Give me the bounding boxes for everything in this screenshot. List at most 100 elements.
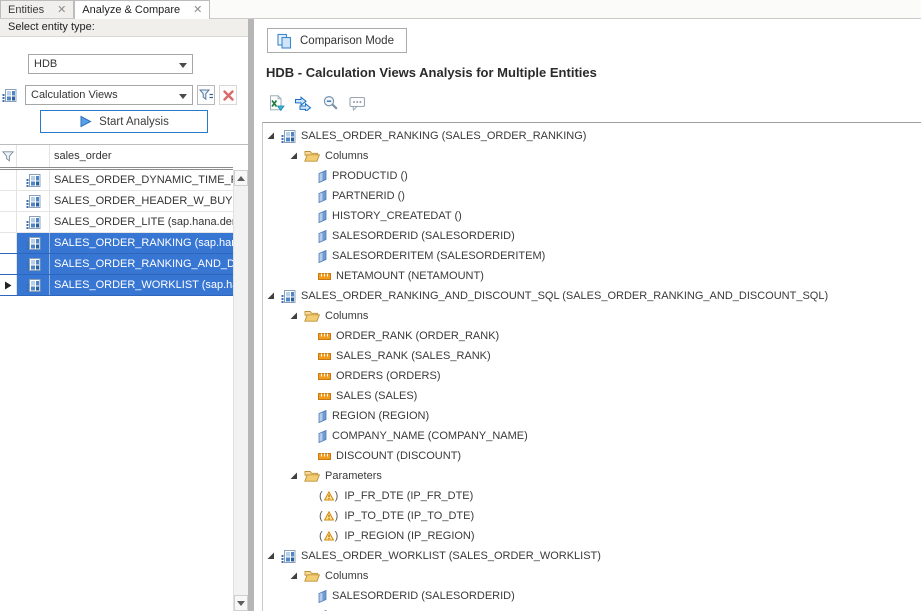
arrow-up-icon bbox=[237, 176, 245, 181]
close-icon[interactable]: ✕ bbox=[193, 5, 202, 15]
export-excel-button[interactable] bbox=[266, 93, 286, 113]
tree-item[interactable]: NETAMOUNT (NETAMOUNT) bbox=[263, 266, 921, 286]
analysis-panel: Comparison Mode HDB - Calculation Views … bbox=[254, 19, 921, 611]
attribute-icon bbox=[318, 410, 327, 423]
tree-item[interactable]: ()IP_FR_DTE (IP_FR_DTE) bbox=[263, 486, 921, 506]
tab-analyze-compare[interactable]: Analyze & Compare ✕ bbox=[74, 0, 210, 19]
tree-item[interactable]: DISCOUNT (DISCOUNT) bbox=[263, 446, 921, 466]
pages-icon bbox=[276, 33, 293, 49]
list-scrollbar[interactable] bbox=[233, 170, 248, 611]
calcview-icon bbox=[26, 173, 41, 188]
tree-item[interactable]: HISTORY_CREATEDAT () bbox=[263, 206, 921, 226]
analysis-tree: SALES_ORDER_RANKING (SALES_ORDER_RANKING… bbox=[262, 122, 921, 611]
export-excel-icon bbox=[267, 95, 285, 111]
tree-item-label: ORDERS (ORDERS) bbox=[336, 370, 441, 382]
expand-arrow-icon[interactable] bbox=[290, 312, 299, 320]
system-select[interactable]: HDB bbox=[28, 54, 193, 74]
tree-item-label: REGION (REGION) bbox=[332, 410, 429, 422]
tree-item[interactable]: ()IP_REGION (IP_REGION) bbox=[263, 526, 921, 546]
measure-icon bbox=[318, 332, 331, 341]
expand-arrow-icon[interactable] bbox=[290, 572, 299, 580]
tree-item[interactable]: Columns bbox=[263, 306, 921, 326]
page-title: HDB - Calculation Views Analysis for Mul… bbox=[266, 65, 597, 80]
list-item[interactable]: SALES_ORDER_LITE (sap.hana.demo bbox=[0, 212, 233, 233]
tree-item[interactable]: Columns bbox=[263, 566, 921, 586]
tree-item[interactable]: PARTNERID () bbox=[263, 186, 921, 206]
tree-item[interactable]: () IP_TO_DTE (IP_TO_DTE) bbox=[263, 506, 921, 526]
calcview-icon bbox=[26, 278, 41, 293]
tree-item[interactable]: ORDER_RANK (ORDER_RANK) bbox=[263, 326, 921, 346]
measure-icon bbox=[318, 352, 331, 361]
list-item[interactable]: SALES_ORDER_RANKING_AND_DISC bbox=[0, 254, 233, 275]
tree-item-label: SALES_ORDER_WORKLIST (SALES_ORDER_WORKLI… bbox=[301, 550, 601, 562]
tree-item[interactable]: SALES_ORDER_RANKING (SALES_ORDER_RANKING… bbox=[263, 126, 921, 146]
list-item[interactable]: SALES_ORDER_HEADER_W_BUYER ( bbox=[0, 191, 233, 212]
entity-type-select[interactable]: Calculation Views bbox=[25, 85, 193, 105]
tree-item[interactable]: SALESORDERID (SALESORDERID) bbox=[263, 586, 921, 606]
parameter-icon: () bbox=[318, 510, 339, 522]
tree-item-label: PARTNERID () bbox=[332, 190, 405, 202]
calcview-icon bbox=[281, 289, 296, 304]
folder-icon bbox=[304, 470, 320, 482]
folder-icon bbox=[304, 150, 320, 162]
row-marker-cell bbox=[0, 191, 17, 211]
expand-arrow-icon[interactable] bbox=[290, 152, 299, 160]
tree-item[interactable]: PARTNERID (PARTNER_PARTNERID) bbox=[263, 606, 921, 611]
tree-item[interactable]: COMPANY_NAME (COMPANY_NAME) bbox=[263, 426, 921, 446]
calcview-icon bbox=[26, 194, 41, 209]
tree-item[interactable]: SALES (SALES) bbox=[263, 386, 921, 406]
tree-item-label: IP_TO_DTE (IP_TO_DTE) bbox=[344, 510, 474, 522]
list-filter-row[interactable]: sales_order bbox=[0, 145, 233, 170]
comments-button[interactable] bbox=[347, 93, 367, 113]
measure-icon bbox=[318, 392, 331, 401]
parameter-icon: () bbox=[318, 490, 339, 502]
calcview-icon bbox=[281, 549, 296, 564]
clear-filter-button[interactable] bbox=[219, 85, 237, 105]
close-icon[interactable]: ✕ bbox=[57, 5, 66, 15]
play-icon bbox=[79, 115, 92, 128]
list-item[interactable]: SALES_ORDER_DYNAMIC_TIME_PER bbox=[0, 170, 233, 191]
start-analysis-button[interactable]: Start Analysis bbox=[40, 110, 208, 133]
tree-item[interactable]: Columns bbox=[263, 146, 921, 166]
row-marker-cell bbox=[0, 170, 17, 190]
tab-label: Entities bbox=[8, 4, 44, 16]
tree-item-label: ORDER_RANK (ORDER_RANK) bbox=[336, 330, 499, 342]
tree-item[interactable]: Parameters bbox=[263, 466, 921, 486]
expand-arrow-icon[interactable] bbox=[267, 552, 276, 560]
tree-item-label: COMPANY_NAME (COMPANY_NAME) bbox=[332, 430, 528, 442]
tree-item-label: SALESORDERID (SALESORDERID) bbox=[332, 230, 515, 242]
scroll-down-button[interactable] bbox=[234, 595, 248, 611]
calcview-icon bbox=[26, 236, 41, 251]
panel-header: Select entity type: bbox=[0, 19, 248, 37]
entity-name: SALES_ORDER_RANKING_AND_DISC bbox=[50, 258, 233, 270]
expand-arrow-icon[interactable] bbox=[290, 472, 299, 480]
tab-entities[interactable]: Entities ✕ bbox=[0, 0, 74, 18]
scroll-up-button[interactable] bbox=[234, 170, 248, 186]
list-item[interactable]: SALES_ORDER_WORKLIST (sap.hana bbox=[0, 275, 233, 296]
filter-input[interactable]: sales_order bbox=[50, 150, 233, 162]
filter-button[interactable] bbox=[197, 85, 215, 105]
tree-item[interactable]: SALES_ORDER_WORKLIST (SALES_ORDER_WORKLI… bbox=[263, 546, 921, 566]
zoom-out-button[interactable] bbox=[320, 93, 340, 113]
tree-item[interactable]: SALES_ORDER_RANKING_AND_DISCOUNT_SQL (SA… bbox=[263, 286, 921, 306]
tree-item[interactable]: SALESORDERID (SALESORDERID) bbox=[263, 226, 921, 246]
tree-item[interactable]: REGION (REGION) bbox=[263, 406, 921, 426]
tree-item[interactable]: SALES_RANK (SALES_RANK) bbox=[263, 346, 921, 366]
tree-item[interactable]: PRODUCTID () bbox=[263, 166, 921, 186]
tree-item-label: DISCOUNT (DISCOUNT) bbox=[336, 450, 461, 462]
expand-arrow-icon[interactable] bbox=[267, 292, 276, 300]
calcview-icon bbox=[281, 129, 296, 144]
forward-arrows-button[interactable] bbox=[293, 93, 313, 113]
comparison-mode-button[interactable]: Comparison Mode bbox=[267, 28, 407, 53]
list-item[interactable]: SALES_ORDER_RANKING (sap.hana. bbox=[0, 233, 233, 254]
tree-item[interactable]: ORDERS (ORDERS) bbox=[263, 366, 921, 386]
funnel-icon[interactable] bbox=[2, 151, 14, 162]
zoom-out-icon bbox=[322, 95, 339, 111]
expand-arrow-icon[interactable] bbox=[267, 132, 276, 140]
tree-item-label: SALES (SALES) bbox=[336, 390, 417, 402]
analysis-toolbar bbox=[266, 93, 367, 113]
row-marker-cell bbox=[0, 275, 17, 295]
tree-item[interactable]: SALESORDERITEM (SALESORDERITEM) bbox=[263, 246, 921, 266]
tab-label: Analyze & Compare bbox=[82, 4, 180, 16]
measure-icon bbox=[318, 452, 331, 461]
